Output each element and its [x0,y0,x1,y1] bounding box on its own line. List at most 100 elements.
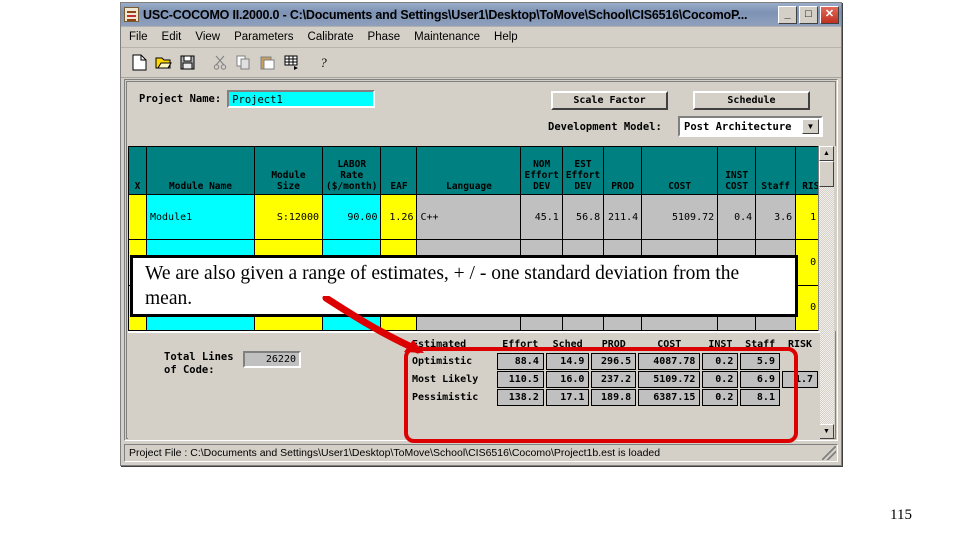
cell-nom-effort-dev: 45.1 [520,193,563,241]
chevron-down-icon[interactable]: ▼ [802,119,819,134]
scrollbar-thumb[interactable] [819,161,834,187]
col-header-module-size[interactable]: Module Size [254,146,323,195]
menu-item-calibrate[interactable]: Calibrate [308,31,354,43]
project-name-row: Project Name: Project1 [139,90,376,108]
page-number: 115 [890,507,912,523]
scrollbar-track[interactable] [819,187,834,424]
estimates-header-cost: COST [657,338,682,350]
estimates-cell-staff: 8.1 [740,389,780,406]
cell-inst-cost: 0.4 [717,193,757,241]
estimates-header-effort: Effort [502,338,539,350]
status-bar: Project File : C:\Documents and Settings… [124,444,838,462]
open-icon[interactable] [152,51,175,74]
estimates-cell-risk [782,353,818,370]
col-header-est-effort-dev[interactable]: EST Effort DEV [561,146,605,195]
estimates-cell-sched: 17.1 [545,389,590,406]
cell-staff: 3.6 [755,193,797,241]
col-header-eaf[interactable]: EAF [380,146,418,195]
new-icon[interactable] [128,51,151,74]
svg-text:?: ? [320,55,327,70]
estimates-row-label: Most Likely [412,374,479,385]
estimates-header-row: Estimated Effort Sched PROD COST INST St… [412,336,818,352]
estimates-header-staff: Staff [745,338,776,350]
menu-item-phase[interactable]: Phase [368,31,401,43]
annotation-arrow-icon [322,296,424,354]
col-header-cost[interactable]: COST [641,146,719,195]
col-header-nom-effort-dev[interactable]: NOM Effort DEV [520,146,563,195]
cell-x[interactable] [128,193,147,241]
module-table-header-row: X Module Name Module Size LABOR Rate ($/… [128,146,833,195]
estimates-cell-cost: 6387.15 [638,389,701,406]
status-bar-text: Project File : C:\Documents and Settings… [129,447,661,459]
menu-item-edit[interactable]: Edit [162,31,182,43]
estimates-cell-inst: 0.2 [702,371,739,388]
tool-bar: ? [121,48,841,78]
cell-module-name[interactable]: Module1 [146,193,255,241]
cell-module-size[interactable]: S:12000 [254,193,323,241]
col-header-language[interactable]: Language [416,146,522,195]
calculate-icon[interactable] [280,51,303,74]
menu-item-parameters[interactable]: Parameters [234,31,293,43]
estimates-cell-sched: 14.9 [545,353,590,370]
estimates-cell-prod: 296.5 [591,353,637,370]
col-header-inst-cost[interactable]: INST COST [717,146,757,195]
development-model-label: Development Model: [548,121,662,133]
estimates-cell-prod: 189.8 [591,389,637,406]
maximize-icon[interactable]: □ [799,5,818,24]
cell-eaf[interactable]: 1.26 [380,193,418,241]
annotation-callout: We are also given a range of estimates, … [130,255,798,317]
development-model-value: Post Architecture [684,120,792,133]
scroll-down-icon[interactable]: ▼ [819,424,834,439]
app-icon [124,7,139,22]
summary-panel: Total Lines of Code: 26220 Estimated Eff… [128,331,820,439]
estimates-cell-effort: 88.4 [496,353,544,370]
cell-cost: 5109.72 [641,193,719,241]
col-header-staff[interactable]: Staff [755,146,797,195]
estimates-cell-inst: 0.2 [702,389,739,406]
menu-item-help[interactable]: Help [494,31,518,43]
window-title: USC-COCOMO II.2000.0 - C:\Documents and … [143,7,748,22]
col-header-x[interactable]: X [128,146,147,195]
schedule-button[interactable]: Schedule [693,91,810,110]
scale-factor-button[interactable]: Scale Factor [551,91,668,110]
project-name-input[interactable]: Project1 [227,90,376,108]
project-name-label: Project Name: [139,93,222,105]
minimize-icon[interactable]: _ [778,5,797,24]
cut-icon[interactable] [208,51,231,74]
table-row[interactable]: Module1 S:12000 90.00 1.26 C++ 45.1 56.8… [128,193,833,241]
copy-icon[interactable] [232,51,255,74]
cell-language[interactable]: C++ [416,193,522,241]
cell-labor-rate[interactable]: 90.00 [321,193,382,241]
cocomo-application-window: USC-COCOMO II.2000.0 - C:\Documents and … [120,2,842,466]
estimates-cell-prod: 237.2 [591,371,637,388]
estimates-row-optimistic: Optimistic 88.4 14.9 296.5 4087.78 0.2 5… [412,353,818,370]
col-header-labor-rate[interactable]: LABOR Rate ($/month) [321,146,382,195]
col-header-prod[interactable]: PROD [603,146,643,195]
vertical-scrollbar[interactable]: ▲ ▼ [818,146,834,439]
close-icon[interactable]: ✕ [820,5,839,24]
col-header-module-name[interactable]: Module Name [146,146,255,195]
estimates-row-label: Pessimistic [412,392,479,403]
estimates-cell-sched: 16.0 [545,371,590,388]
menu-bar: File Edit View Parameters Calibrate Phas… [121,27,841,48]
save-icon[interactable] [176,51,199,74]
help-icon[interactable]: ? [312,51,335,74]
scroll-up-icon[interactable]: ▲ [819,146,834,161]
estimates-cell-cost: 5109.72 [638,371,701,388]
toolbar-separator [200,51,207,74]
menu-item-file[interactable]: File [129,31,148,43]
annotation-text: We are also given a range of estimates, … [145,263,740,309]
estimates-header-risk: RISK [787,338,813,350]
development-model-select[interactable]: Post Architecture ▼ [678,116,823,137]
estimates-row-pessimistic: Pessimistic 138.2 17.1 189.8 6387.15 0.2… [412,389,818,406]
total-lines-of-code-label: Total Lines of Code: [164,351,234,376]
menu-item-view[interactable]: View [195,31,220,43]
estimates-cell-staff: 6.9 [740,371,780,388]
estimates-row-most-likely: Most Likely 110.5 16.0 237.2 5109.72 0.2… [412,371,818,388]
resize-grip-icon[interactable] [822,446,836,460]
paste-icon[interactable] [256,51,279,74]
total-lines-of-code-value: 26220 [243,351,301,368]
menu-item-maintenance[interactable]: Maintenance [414,31,480,43]
slide: USC-COCOMO II.2000.0 - C:\Documents and … [0,0,960,540]
estimates-header-sched: Sched [552,338,583,350]
